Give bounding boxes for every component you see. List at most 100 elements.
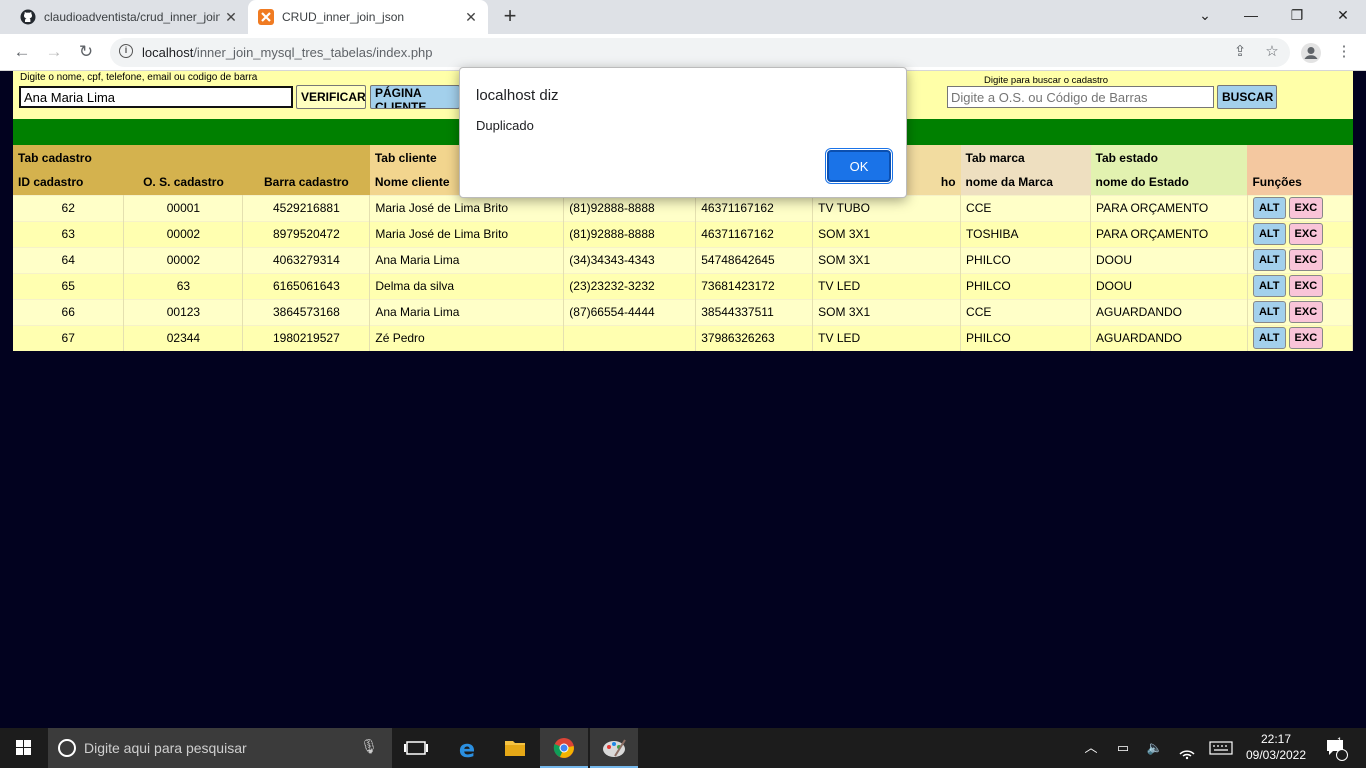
browser-toolbar: ← → ↻ i localhost/inner_join_mysql_tres_… [0, 34, 1366, 71]
col-header-funcoes: Funções [1247, 170, 1353, 195]
taskbar-search-placeholder: Digite aqui para pesquisar [84, 740, 247, 756]
cell-estado: PARA ORÇAMENTO [1090, 194, 1248, 221]
cell-aparelho: SOM 3X1 [812, 298, 962, 325]
address-bar[interactable]: i localhost/inner_join_mysql_tres_tabela… [110, 38, 1290, 67]
dialog-title: localhost diz [476, 87, 559, 104]
exc-button[interactable]: EXC [1288, 275, 1324, 297]
exc-button[interactable]: EXC [1288, 301, 1324, 323]
cell-telefone: (87)66554-4444 [563, 298, 697, 325]
client-page-button[interactable]: PÁGINA CLIENTE [370, 85, 460, 109]
tab-close-icon[interactable]: ✕ [220, 9, 242, 26]
url-text[interactable]: localhost/inner_join_mysql_tres_tabelas/… [142, 45, 433, 60]
cell-barra: 3864573168 [242, 298, 371, 325]
table-row: 63 00002 8979520472 Maria José de Lima B… [13, 220, 1354, 247]
lookup-input[interactable] [947, 86, 1214, 108]
back-icon[interactable]: ← [10, 40, 34, 64]
site-info-icon[interactable]: i [119, 44, 133, 58]
cell-aparelho: TV LED [812, 272, 962, 299]
cell-barra: 1980219527 [242, 324, 371, 351]
profile-avatar-icon[interactable] [1300, 42, 1322, 64]
menu-kebab-icon[interactable]: ⋮ [1333, 42, 1355, 64]
col-header-estado: nome do Estado [1090, 170, 1248, 195]
search-hint: Digite o nome, cpf, telefone, email ou c… [20, 72, 258, 83]
battery-icon[interactable]: ▭ [1112, 728, 1134, 768]
wifi-icon[interactable] [1176, 728, 1198, 768]
dialog-ok-button[interactable]: OK [825, 148, 893, 184]
window-close-icon[interactable]: ✕ [1320, 0, 1366, 32]
cell-id: 67 [13, 324, 125, 351]
search-input[interactable] [19, 86, 293, 108]
alt-button[interactable]: ALT [1252, 249, 1286, 271]
new-tab-icon[interactable]: + [498, 5, 522, 29]
cell-id: 66 [13, 298, 125, 325]
cell-marca: CCE [960, 298, 1091, 325]
share-icon[interactable]: ⇪ [1229, 42, 1251, 64]
tab-crud[interactable]: CRUD_inner_join_json ✕ [248, 0, 488, 34]
alt-button[interactable]: ALT [1252, 327, 1286, 350]
bookmark-star-icon[interactable]: ☆ [1261, 42, 1283, 64]
tab-github[interactable]: claudioadventista/crud_inner_join ✕ [8, 0, 248, 34]
notification-count: 1 [1337, 736, 1343, 746]
header-cell [242, 145, 370, 170]
microphone-icon[interactable]: 🎙 [360, 738, 378, 755]
tray-chevron-icon[interactable]: ︿ [1080, 728, 1102, 768]
cell-cpf: 46371167162 [695, 220, 814, 247]
alt-button[interactable]: ALT [1252, 301, 1286, 323]
tab-title: CRUD_inner_join_json [282, 10, 405, 24]
browser-tab-strip: claudioadventista/crud_inner_join ✕ CRUD… [0, 0, 1366, 34]
cell-estado: AGUARDANDO [1090, 298, 1248, 325]
tab-search-icon[interactable]: ⌄ [1182, 0, 1228, 32]
table-row: 66 00123 3864573168 Ana Maria Lima (87)6… [13, 298, 1354, 325]
cell-os: 02344 [123, 324, 244, 351]
cortana-icon [58, 739, 76, 757]
forward-icon[interactable]: → [42, 40, 66, 64]
cell-id: 63 [13, 220, 125, 247]
url-host: localhost [142, 45, 194, 60]
exc-button[interactable]: EXC [1288, 249, 1324, 271]
alt-button[interactable]: ALT [1252, 197, 1286, 219]
cell-barra: 6165061643 [242, 272, 371, 299]
group-header-cadastro: Tab cadastro [13, 145, 124, 170]
cell-barra: 8979520472 [242, 220, 371, 247]
verify-button[interactable]: VERIFICAR [296, 85, 366, 109]
cell-nome: Delma da silva [369, 272, 565, 299]
cell-aparelho: TV TUBO [812, 194, 962, 221]
table-row: 64 00002 4063279314 Ana Maria Lima (34)3… [13, 246, 1354, 273]
notifications-icon[interactable]: 1 [1322, 728, 1350, 768]
cell-estado: DOOU [1090, 246, 1248, 273]
tab-close-icon[interactable]: ✕ [460, 9, 482, 26]
taskbar-search[interactable]: Digite aqui para pesquisar 🎙 [48, 728, 392, 768]
restore-icon[interactable]: ❐ [1274, 0, 1320, 32]
edge-icon[interactable]: e [443, 728, 491, 768]
cell-functions: ALT EXC [1247, 298, 1354, 325]
cell-marca: PHILCO [960, 272, 1091, 299]
cell-marca: PHILCO [960, 324, 1091, 351]
taskbar-clock[interactable]: 22:17 09/03/2022 [1236, 731, 1316, 763]
exc-button[interactable]: EXC [1288, 327, 1324, 350]
cell-id: 65 [13, 272, 125, 299]
keyboard-icon[interactable] [1208, 728, 1234, 768]
exc-button[interactable]: EXC [1288, 223, 1324, 245]
lookup-hint: Digite para buscar o cadastro [984, 75, 1109, 86]
paint-icon[interactable] [590, 728, 638, 768]
reload-icon[interactable]: ↻ [74, 40, 98, 64]
cell-marca: CCE [960, 194, 1091, 221]
cell-barra: 4063279314 [242, 246, 371, 273]
chrome-icon[interactable] [540, 728, 588, 768]
cell-estado: AGUARDANDO [1090, 324, 1248, 351]
search-button[interactable]: BUSCAR [1217, 85, 1277, 109]
table-body: 62 00001 4529216881 Maria José de Lima B… [13, 194, 1354, 351]
cell-aparelho: TV LED [812, 324, 962, 351]
task-view-icon[interactable] [392, 728, 440, 768]
volume-icon[interactable]: 🔈 [1144, 728, 1166, 768]
alt-button[interactable]: ALT [1252, 275, 1286, 297]
cell-id: 62 [13, 194, 125, 221]
file-explorer-icon[interactable] [491, 728, 539, 768]
cell-estado: PARA ORÇAMENTO [1090, 220, 1248, 247]
exc-button[interactable]: EXC [1288, 197, 1324, 219]
windows-start-icon[interactable] [0, 728, 48, 768]
cell-cpf: 46371167162 [695, 194, 814, 221]
cell-aparelho: SOM 3X1 [812, 220, 962, 247]
minimize-icon[interactable]: — [1228, 0, 1274, 32]
alt-button[interactable]: ALT [1252, 223, 1286, 245]
